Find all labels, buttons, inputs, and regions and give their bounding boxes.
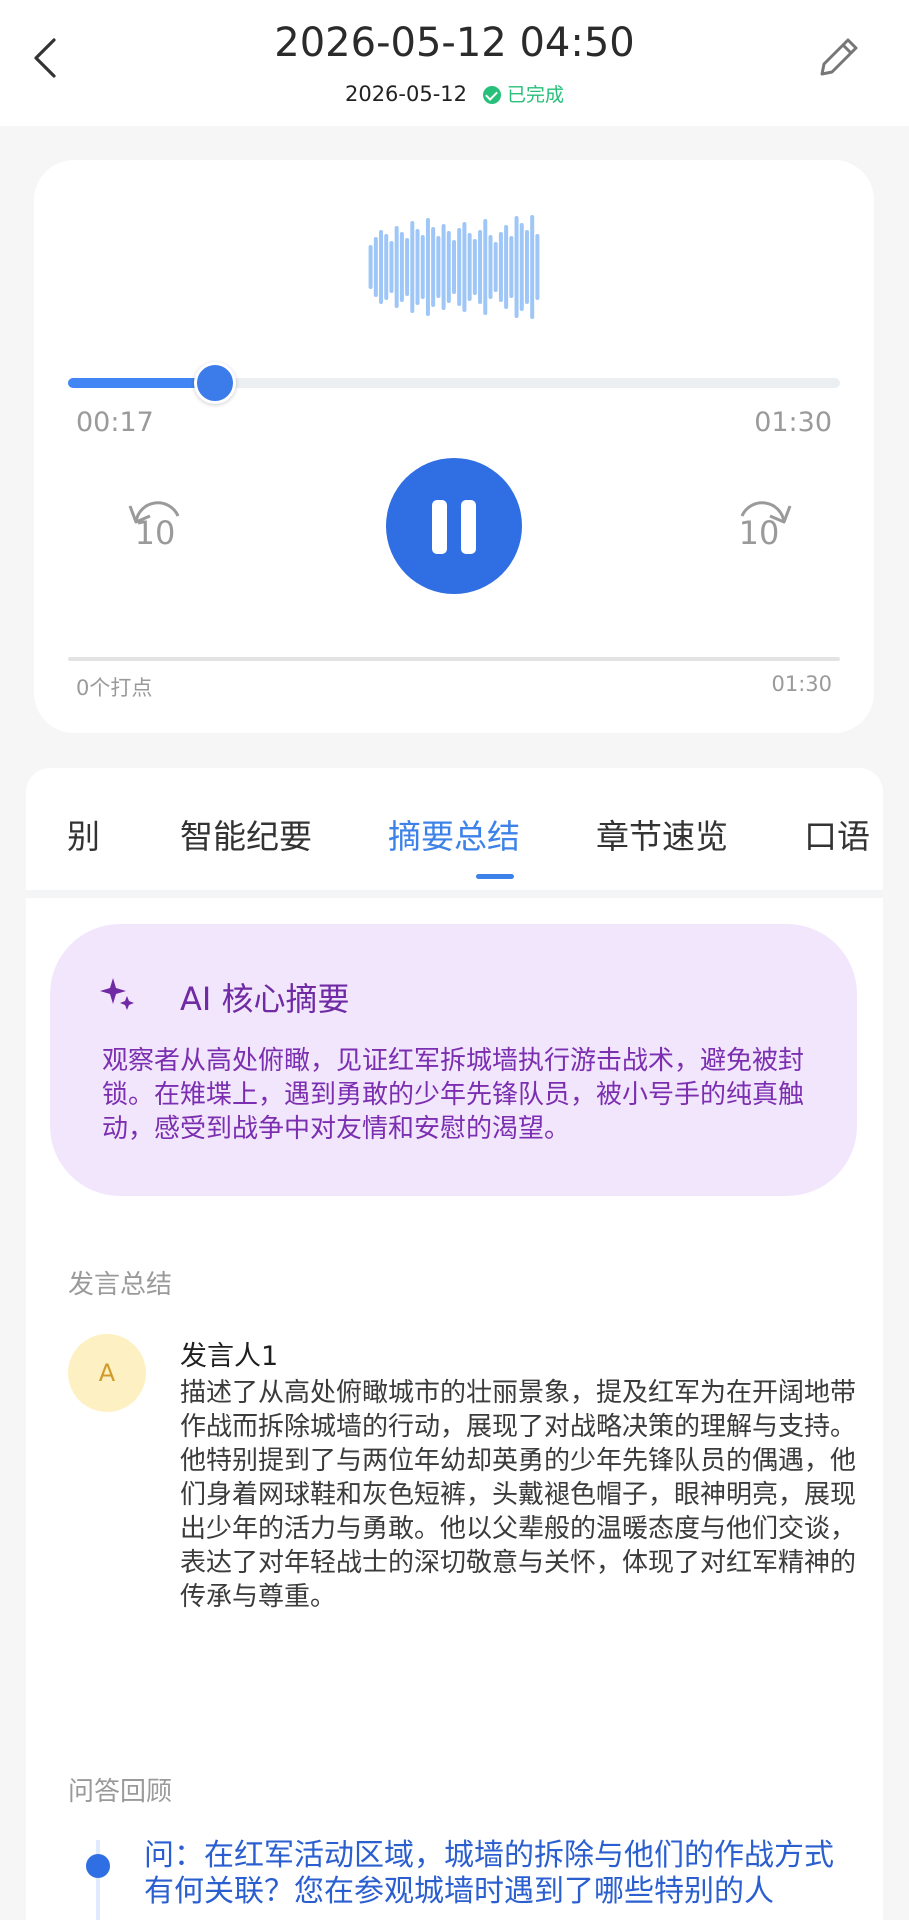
marks-timeline[interactable] bbox=[68, 657, 840, 661]
qa-question[interactable]: 问：在红军活动区域，城墙的拆除与他们的作战方式有何关联？您在参观城墙时遇到了哪些… bbox=[144, 1838, 844, 1910]
qa-timeline-dot bbox=[86, 1854, 110, 1878]
speech-summary-heading: 发言总结 bbox=[68, 1270, 173, 1300]
content-panel: 识别 智能纪要 摘要总结 章节速览 口语 AI 核心摘要 观察者从高处俯瞰，见证… bbox=[26, 768, 883, 1920]
progress-fill bbox=[68, 378, 215, 388]
total-time: 01:30 bbox=[754, 407, 832, 438]
progress-slider[interactable] bbox=[68, 362, 840, 404]
qa-timeline-line bbox=[96, 1840, 100, 1920]
forward-seconds: 10 bbox=[738, 514, 780, 552]
speaker-summary-text: 描述了从高处俯瞰城市的壮丽景象，提及红军为在开阔地带作战而拆除城墙的行动，展现了… bbox=[180, 1378, 857, 1612]
tab-transcript[interactable]: 识别 bbox=[66, 810, 100, 858]
ai-summary-text: 观察者从高处俯瞰，见证红军拆城墙执行游击战术，避免被封锁。在雉堞上，遇到勇敢的少… bbox=[102, 1046, 805, 1144]
tab-chapters[interactable]: 章节速览 bbox=[596, 810, 728, 858]
completed-check-icon bbox=[483, 86, 502, 104]
tab-smart-minutes[interactable]: 智能纪要 bbox=[180, 810, 312, 858]
pause-icon-bar bbox=[461, 500, 476, 554]
active-tab-indicator bbox=[476, 874, 514, 879]
qa-review-heading: 问答回顾 bbox=[68, 1777, 173, 1807]
pause-icon-bar bbox=[432, 500, 447, 554]
ai-summary-card: AI 核心摘要 观察者从高处俯瞰，见证红军拆城墙执行游击战术，避免被封锁。在雉堞… bbox=[50, 924, 857, 1196]
page-title: 2026-05-12 04:50 bbox=[274, 20, 635, 66]
tab-bar: 识别 智能纪要 摘要总结 章节速览 口语 bbox=[66, 768, 871, 890]
rewind-seconds: 10 bbox=[134, 514, 176, 552]
rewind-10-button[interactable]: 10 bbox=[120, 490, 196, 560]
status-label: 已完成 bbox=[507, 84, 565, 106]
progress-handle[interactable] bbox=[193, 362, 236, 404]
waveform-graphic bbox=[368, 215, 540, 319]
audio-player-card: 00:17 01:30 10 10 0个打点 01:30 bbox=[34, 160, 874, 733]
current-time: 00:17 bbox=[76, 407, 154, 438]
ai-summary-title: AI 核心摘要 bbox=[180, 980, 350, 1018]
divider bbox=[26, 890, 883, 898]
tab-spoken[interactable]: 口语 bbox=[804, 810, 870, 858]
forward-10-button[interactable]: 10 bbox=[724, 490, 800, 560]
edit-pencil-icon[interactable] bbox=[810, 30, 866, 86]
record-date: 2026-05-12 bbox=[344, 82, 468, 106]
marks-count: 0个打点 bbox=[76, 676, 153, 700]
pause-button[interactable] bbox=[386, 458, 522, 594]
speaker-avatar: A bbox=[68, 1334, 146, 1412]
sparkle-icon bbox=[100, 978, 134, 1010]
marks-total-time: 01:30 bbox=[771, 672, 832, 696]
tab-summary[interactable]: 摘要总结 bbox=[388, 810, 520, 858]
top-bar: 2026-05-12 04:50 2026-05-12 已完成 bbox=[0, 0, 909, 126]
record-meta: 2026-05-12 已完成 bbox=[0, 80, 909, 107]
speaker-name: 发言人1 bbox=[180, 1341, 279, 1372]
